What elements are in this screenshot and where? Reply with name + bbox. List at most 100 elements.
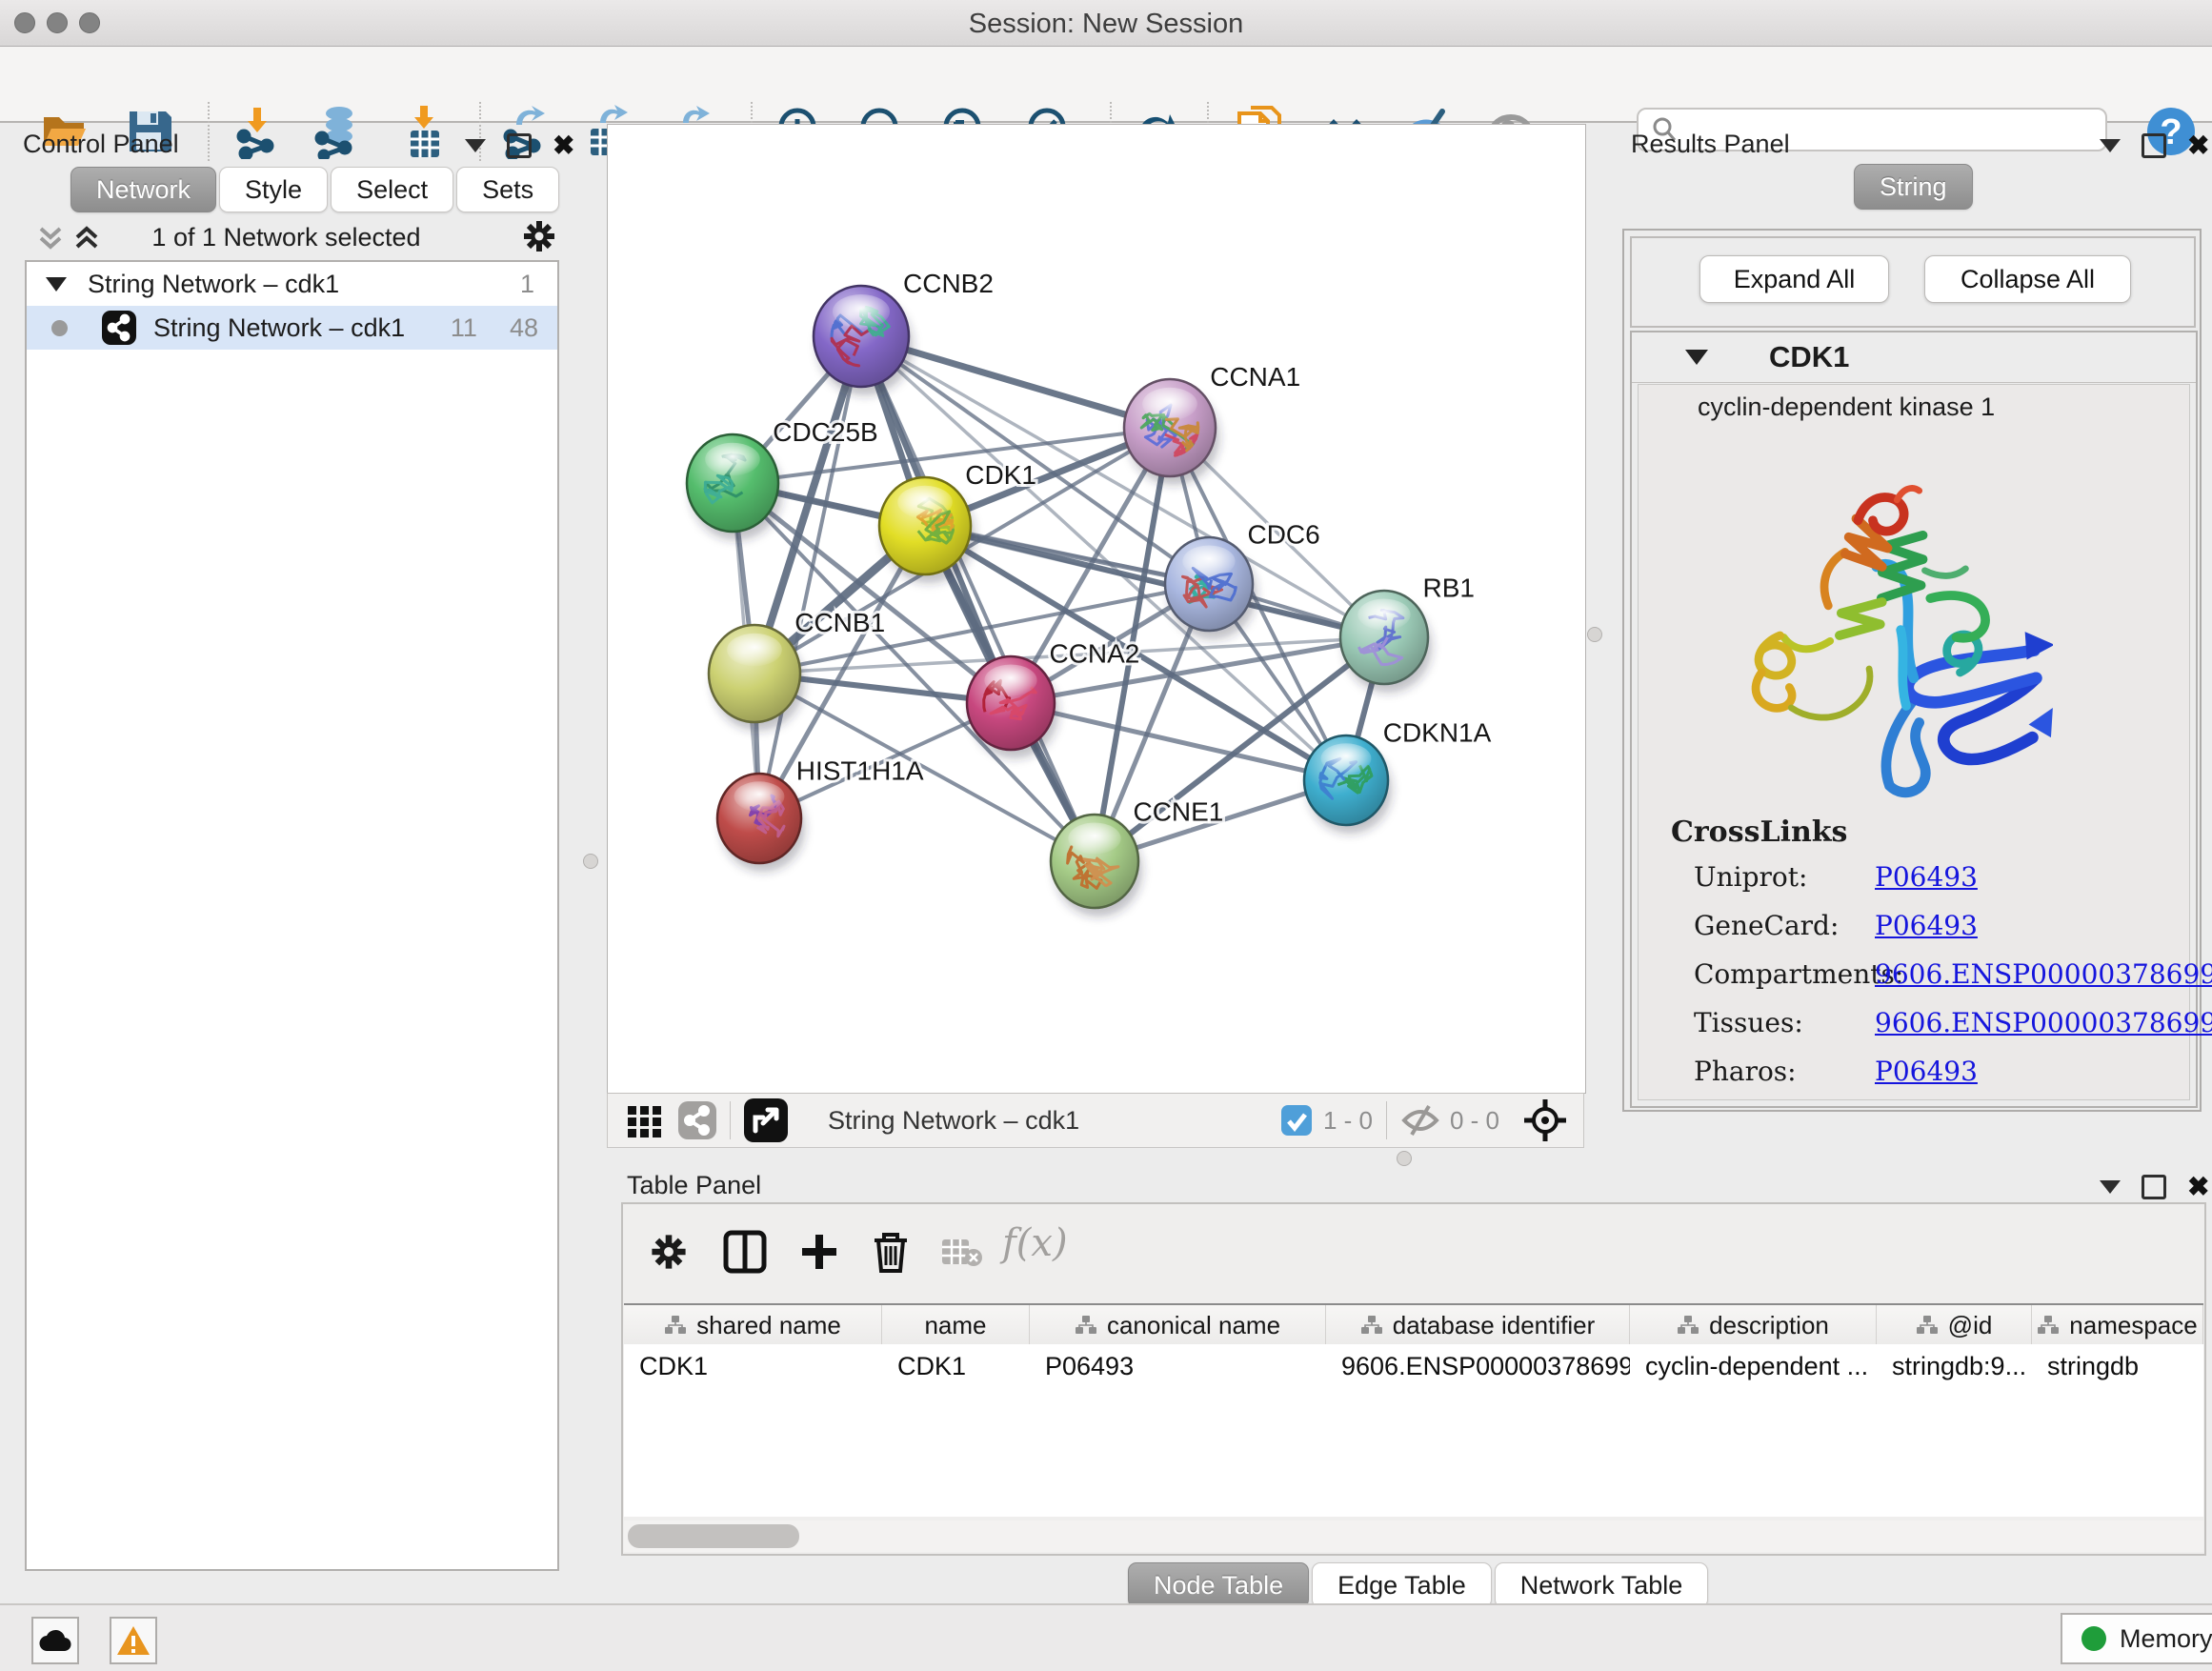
delete-column-icon[interactable]	[869, 1229, 913, 1275]
network-collection-row[interactable]: String Network – cdk1 1	[27, 262, 557, 306]
warning-icon	[115, 1624, 151, 1657]
table-cell[interactable]: 9606.ENSP00000378699	[1326, 1344, 1630, 1388]
column-header-canonical-name[interactable]: canonical name	[1030, 1305, 1326, 1345]
network-selected-summary: 1 of 1 Network selected	[10, 223, 563, 252]
title-bar: Session: New Session	[0, 0, 2212, 47]
crosslink-label: Tissues:	[1694, 1007, 1875, 1038]
tab-node-table[interactable]: Node Table	[1128, 1562, 1309, 1608]
protein-description: cyclin-dependent kinase 1	[1698, 393, 1995, 422]
tab-sets[interactable]: Sets	[456, 167, 559, 212]
memory-button[interactable]: Memory	[2061, 1613, 2212, 1664]
show-columns-icon[interactable]	[722, 1229, 768, 1275]
crosslinks-list: Uniprot:P06493GeneCard:P06493Compartment…	[1694, 861, 2212, 1104]
column-header-description[interactable]: description	[1630, 1305, 1877, 1345]
node-label: CDK1	[965, 460, 1036, 490]
panel-close-icon[interactable]: ✖	[553, 136, 574, 155]
horizontal-scrollbar[interactable]	[624, 1520, 2203, 1552]
tab-network-table[interactable]: Network Table	[1495, 1562, 1709, 1608]
control-panel: Control Panel ✖ NetworkStyleSelectSets 1…	[10, 126, 563, 1576]
crosslink-link[interactable]: 9606.ENSP00000378699	[1875, 958, 2212, 990]
panel-menu-icon[interactable]	[2100, 1180, 2121, 1194]
function-builder-icon[interactable]: f(x)	[1002, 1221, 1068, 1265]
network-node-HIST1H1A[interactable]: HIST1H1A	[717, 756, 924, 872]
crosslink-link[interactable]: P06493	[1875, 1056, 1978, 1087]
network-node-CDKN1A[interactable]: CDKN1A	[1304, 718, 1492, 834]
network-edge[interactable]	[759, 336, 861, 818]
selected-checkbox-icon[interactable]	[1281, 1105, 1312, 1136]
collection-label: String Network – cdk1	[88, 270, 339, 299]
column-header-namespace[interactable]: namespace	[2032, 1305, 2203, 1345]
table-cell[interactable]: cyclin-dependent ...	[1630, 1344, 1877, 1388]
birds-eye-view-icon[interactable]	[744, 1098, 788, 1142]
panel-menu-icon[interactable]	[465, 139, 486, 152]
network-options-gear-icon[interactable]	[520, 217, 558, 255]
table-cell[interactable]: CDK1	[882, 1344, 1030, 1388]
node-label: CDKN1A	[1383, 718, 1492, 748]
column-type-icon	[1916, 1315, 1939, 1336]
fit-selection-crosshair-icon[interactable]	[1522, 1097, 1568, 1143]
section-expander-icon[interactable]	[1685, 350, 1708, 365]
network-node-CDC6[interactable]: CDC6	[1165, 520, 1320, 639]
grid-view-icon[interactable]	[627, 1102, 663, 1138]
network-share-icon[interactable]	[678, 1101, 716, 1139]
table-cell[interactable]: CDK1	[624, 1344, 882, 1388]
network-node-CCNA1[interactable]: CCNA1	[1124, 362, 1300, 485]
table-cell[interactable]: stringdb:9...	[1877, 1344, 2032, 1388]
add-column-icon[interactable]	[798, 1231, 840, 1273]
status-bar: Memory	[0, 1603, 2212, 1671]
protein-section-header[interactable]: CDK1	[1632, 332, 2196, 383]
crosslink-link[interactable]: 9606.ENSP00000378699	[1875, 1007, 2212, 1038]
cloud-button[interactable]	[31, 1617, 79, 1664]
table-cell[interactable]: P06493	[1030, 1344, 1326, 1388]
network-canvas[interactable]: CCNB2CCNA1CDC25BCDK1CDC6RB1CCNB1CCNA2CDK…	[607, 124, 1586, 1094]
right-splitter-handle[interactable]	[1587, 627, 1602, 642]
table-tabs: Node TableEdge TableNetwork Table	[1128, 1562, 1711, 1608]
results-buttons-bar: Expand All Collapse All	[1630, 236, 2196, 328]
network-node-RB1[interactable]: RB1	[1340, 574, 1475, 693]
collection-count: 1	[520, 270, 534, 299]
collapse-all-button[interactable]: Collapse All	[1924, 255, 2131, 303]
column-header-database-identifier[interactable]: database identifier	[1326, 1305, 1630, 1345]
column-header-shared-name[interactable]: shared name	[624, 1305, 882, 1345]
table-cell[interactable]: stringdb	[2032, 1344, 2203, 1388]
panel-close-icon[interactable]: ✖	[2187, 136, 2209, 155]
panel-menu-icon[interactable]	[2100, 139, 2121, 152]
window-title: Session: New Session	[0, 9, 2212, 40]
memory-label: Memory	[2120, 1624, 2212, 1654]
panel-close-icon[interactable]: ✖	[2187, 1178, 2209, 1197]
string-results-box: Expand All Collapse All CDK1 cyclin-depe…	[1622, 229, 2202, 1112]
tree-expander-icon[interactable]	[46, 277, 67, 292]
edge-count: 48	[510, 313, 538, 343]
panel-float-icon[interactable]	[2142, 1175, 2166, 1199]
table-settings-gear-icon[interactable]	[648, 1231, 690, 1273]
column-type-icon	[1677, 1315, 1699, 1336]
network-tree: String Network – cdk1 1 String Network –…	[25, 260, 559, 1571]
network-edge[interactable]	[1011, 703, 1346, 780]
scrollbar-thumb[interactable]	[628, 1524, 799, 1548]
crosslink-link[interactable]: P06493	[1875, 861, 1978, 893]
tab-edge-table[interactable]: Edge Table	[1312, 1562, 1492, 1608]
left-splitter-handle[interactable]	[583, 854, 598, 869]
crosslink-link[interactable]: P06493	[1875, 910, 1978, 941]
bottom-splitter-handle[interactable]	[1397, 1151, 1412, 1166]
node-label: CCNE1	[1133, 797, 1223, 827]
network-node-CCNE1[interactable]: CCNE1	[1051, 797, 1223, 916]
network-view-title: String Network – cdk1	[828, 1106, 1079, 1136]
panel-float-icon[interactable]	[2142, 133, 2166, 158]
network-row[interactable]: String Network – cdk1 11 48	[27, 306, 557, 350]
tab-string[interactable]: String	[1854, 164, 1973, 210]
hidden-eye-icon[interactable]	[1400, 1103, 1440, 1137]
tab-select[interactable]: Select	[331, 167, 453, 212]
table-row[interactable]: CDK1CDK1P064939606.ENSP00000378699cyclin…	[624, 1344, 2203, 1388]
warnings-button[interactable]	[110, 1617, 157, 1664]
expand-all-button[interactable]: Expand All	[1699, 255, 1889, 303]
panel-float-icon[interactable]	[507, 133, 532, 158]
column-header-name[interactable]: name	[882, 1305, 1030, 1345]
network-graph[interactable]: CCNB2CCNA1CDC25BCDK1CDC6RB1CCNB1CCNA2CDK…	[608, 125, 1585, 1093]
delete-table-icon[interactable]	[941, 1238, 983, 1269]
table-panel-title: Table Panel	[627, 1171, 761, 1200]
tab-style[interactable]: Style	[219, 167, 328, 212]
column-header-@id[interactable]: @id	[1877, 1305, 2032, 1345]
node-label: CCNA1	[1210, 362, 1300, 392]
tab-network[interactable]: Network	[70, 167, 216, 212]
